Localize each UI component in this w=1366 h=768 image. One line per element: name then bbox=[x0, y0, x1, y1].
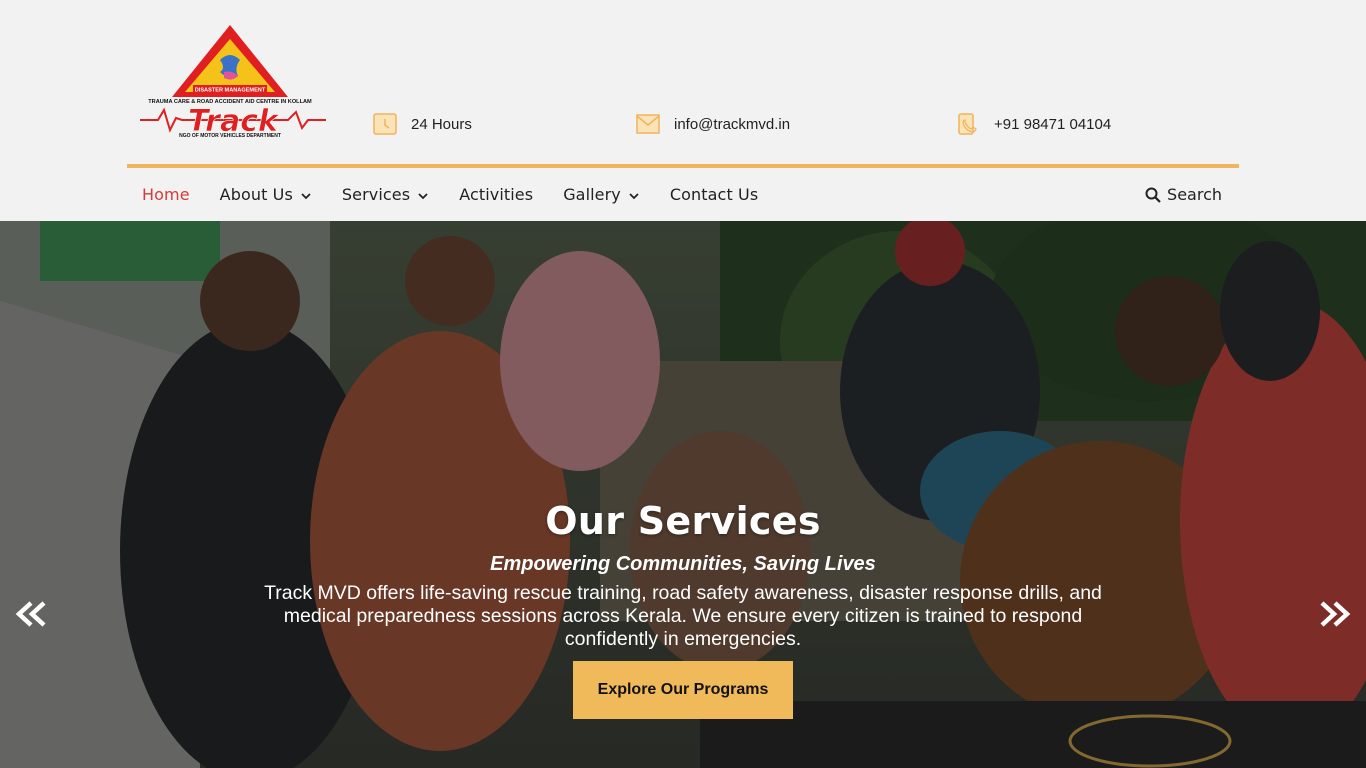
clock-icon bbox=[373, 113, 397, 135]
nav-item-activities[interactable]: Activities bbox=[459, 185, 533, 204]
logo-band-text: DISASTER MANAGEMENT bbox=[195, 88, 266, 94]
phone-icon bbox=[958, 113, 977, 135]
previous-slide-arrow-icon[interactable] bbox=[14, 599, 48, 629]
nav-item-label: Activities bbox=[459, 185, 534, 204]
contact-phone[interactable]: +91 98471 04104 bbox=[956, 112, 1111, 136]
hero-description: Track MVD offers life-saving rescue trai… bbox=[264, 582, 1102, 650]
site-header: DISASTER MANAGEMENT TRAUMA CARE & ROAD A… bbox=[0, 0, 1366, 168]
contact-email[interactable]: info@trackmvd.in bbox=[636, 112, 790, 136]
hours-text: 24 Hours bbox=[411, 115, 472, 133]
next-slide-arrow-icon[interactable] bbox=[1318, 599, 1352, 629]
nav-item-label: Services bbox=[341, 185, 411, 204]
nav-item-label: About Us bbox=[219, 185, 293, 204]
search-button[interactable]: Search bbox=[1145, 168, 1222, 221]
mail-icon bbox=[636, 114, 660, 134]
contact-hours: 24 Hours bbox=[373, 112, 472, 136]
main-nav: Home About Us Services Activities Galler… bbox=[0, 168, 1366, 221]
chevron-down-icon bbox=[418, 193, 428, 200]
hero-caption: Our Services Empowering Communities, Sav… bbox=[233, 496, 1133, 719]
logo-subline: NGO OF MOTOR VEHICLES DEPARTMENT bbox=[179, 133, 281, 139]
nav-item-about-us[interactable]: About Us bbox=[220, 185, 312, 204]
nav-item-home[interactable]: Home bbox=[142, 185, 190, 204]
nav-item-label: Home bbox=[142, 185, 190, 204]
explore-programs-button[interactable]: Explore Our Programs bbox=[573, 661, 793, 719]
chevron-down-icon bbox=[629, 193, 639, 200]
hero-title: Our Services bbox=[545, 499, 821, 543]
hero-slider: Our Services Empowering Communities, Sav… bbox=[0, 221, 1366, 768]
hero-subtitle: Empowering Communities, Saving Lives bbox=[490, 553, 876, 575]
phone-number[interactable]: +91 98471 04104 bbox=[994, 116, 1111, 133]
chevron-down-icon bbox=[301, 193, 311, 200]
nav-item-label: Gallery bbox=[563, 185, 621, 204]
search-label: Search bbox=[1167, 185, 1222, 204]
email-link[interactable]: info@trackmvd.in bbox=[674, 116, 790, 133]
search-icon bbox=[1145, 187, 1161, 203]
nav-menu: Home About Us Services Activities Galler… bbox=[142, 168, 788, 221]
nav-item-label: Contact Us bbox=[669, 185, 759, 204]
nav-item-gallery[interactable]: Gallery bbox=[563, 185, 640, 204]
nav-item-contact-us[interactable]: Contact Us bbox=[670, 185, 758, 204]
nav-item-services[interactable]: Services bbox=[342, 185, 429, 204]
track-logo[interactable]: DISASTER MANAGEMENT TRAUMA CARE & ROAD A… bbox=[138, 22, 328, 140]
